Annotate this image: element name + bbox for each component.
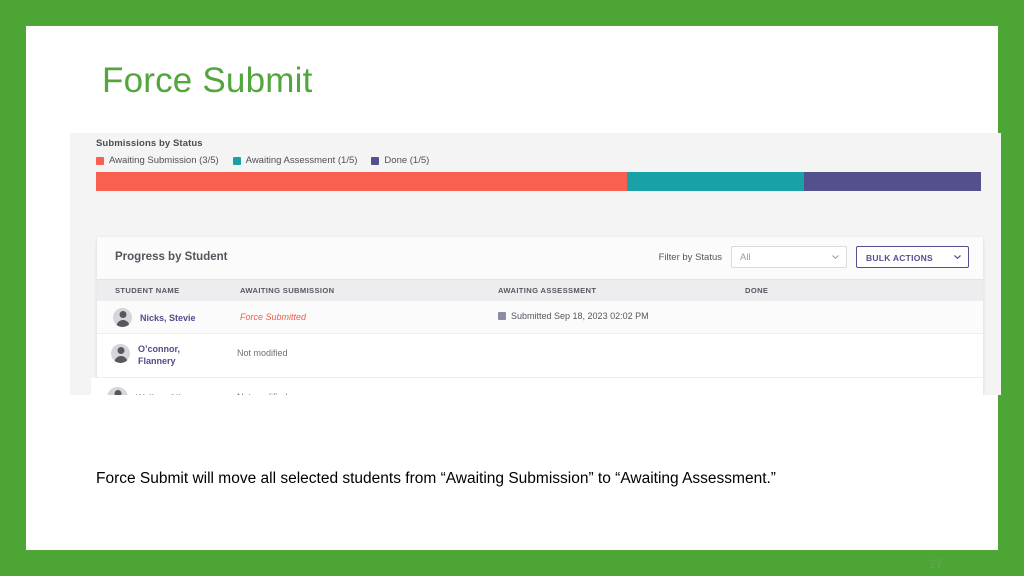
awaiting-assessment-text: Submitted Sep 18, 2023 02:02 PM [511, 311, 649, 321]
slide-number: 27 [929, 557, 943, 571]
slide-content: Force Submit Submissions by Status Await… [26, 26, 1001, 571]
awaiting-submission-value: Not modified [237, 348, 288, 358]
avatar-body [114, 355, 127, 363]
progress-by-student-card: Progress by Student Filter by Status All… [91, 237, 983, 395]
table-header-row: STUDENT NAME AWAITING SUBMISSION AWAITIN… [97, 279, 983, 301]
slide-caption: Force Submit will move all selected stud… [96, 470, 776, 487]
slide-border: Force Submit Submissions by Status Await… [0, 0, 1024, 576]
card-title: Progress by Student [115, 251, 228, 263]
avatar [111, 344, 130, 363]
progress-segment-awaiting-submission [96, 172, 627, 191]
status-progress-bar [96, 172, 981, 191]
avatar [107, 387, 128, 395]
student-name-line-2: Flannery [138, 356, 176, 366]
bulk-actions-button[interactable]: BULK ACTIONS [856, 246, 969, 268]
legend-label-done: Done (1/5) [384, 155, 430, 166]
legend-swatch-awaiting-assessment [232, 156, 241, 165]
bulk-actions-label: BULK ACTIONS [866, 253, 933, 263]
student-name-link[interactable]: Walker, Alice [136, 392, 191, 395]
column-header-student-name: STUDENT NAME [115, 286, 180, 295]
student-name-link[interactable]: O’connor, Flannery [138, 343, 180, 367]
column-header-awaiting-assessment: AWAITING ASSESSMENT [498, 286, 597, 295]
status-legend: Awaiting Submission (3/5) Awaiting Asses… [96, 155, 429, 166]
legend-item-done: Done (1/5) [371, 155, 429, 166]
avatar-head [119, 311, 126, 319]
filter-by-status-value: All [740, 252, 751, 263]
page-title: Force Submit [102, 61, 313, 100]
card-controls: Filter by Status All BULK ACTIONS [659, 246, 969, 268]
student-name-link[interactable]: Nicks, Stevie [140, 312, 196, 324]
table-row[interactable]: Walker, Alice Not modified [91, 378, 983, 395]
awaiting-submission-value: Not modified [237, 392, 288, 395]
legend-swatch-awaiting-submission [96, 156, 104, 165]
submitted-status-icon [498, 312, 506, 320]
legend-item-awaiting-assessment: Awaiting Assessment (1/5) [232, 155, 358, 166]
chevron-down-icon [832, 255, 839, 259]
awaiting-assessment-value: Submitted Sep 18, 2023 02:02 PM [498, 311, 649, 321]
filter-by-status-label: Filter by Status [658, 251, 722, 263]
progress-segment-awaiting-assessment [627, 172, 804, 191]
table-row[interactable]: Nicks, Stevie Force Submitted Submitted … [97, 301, 983, 334]
legend-item-awaiting-submission: Awaiting Submission (3/5) [96, 155, 219, 166]
table-row[interactable]: O’connor, Flannery Not modified [97, 334, 983, 378]
chevron-down-icon [954, 255, 961, 259]
legend-label-awaiting-assessment: Awaiting Assessment (1/5) [245, 155, 358, 166]
embedded-screenshot: Submissions by Status Awaiting Submissio… [70, 133, 1001, 395]
avatar [113, 308, 132, 327]
avatar-body [116, 319, 129, 327]
legend-swatch-done [371, 156, 380, 165]
awaiting-submission-value: Force Submitted [240, 312, 307, 322]
avatar-head [114, 390, 121, 395]
submissions-by-status-title: Submissions by Status [96, 138, 203, 149]
card-header: Progress by Student Filter by Status All… [97, 237, 983, 279]
student-name-line-1: O’connor, [138, 344, 181, 354]
progress-segment-done [804, 172, 981, 191]
avatar-head [117, 347, 124, 355]
legend-label-awaiting-submission: Awaiting Submission (3/5) [109, 155, 219, 166]
filter-by-status-select[interactable]: All [731, 246, 847, 268]
column-header-done: DONE [745, 286, 769, 295]
column-header-awaiting-submission: AWAITING SUBMISSION [240, 286, 335, 295]
